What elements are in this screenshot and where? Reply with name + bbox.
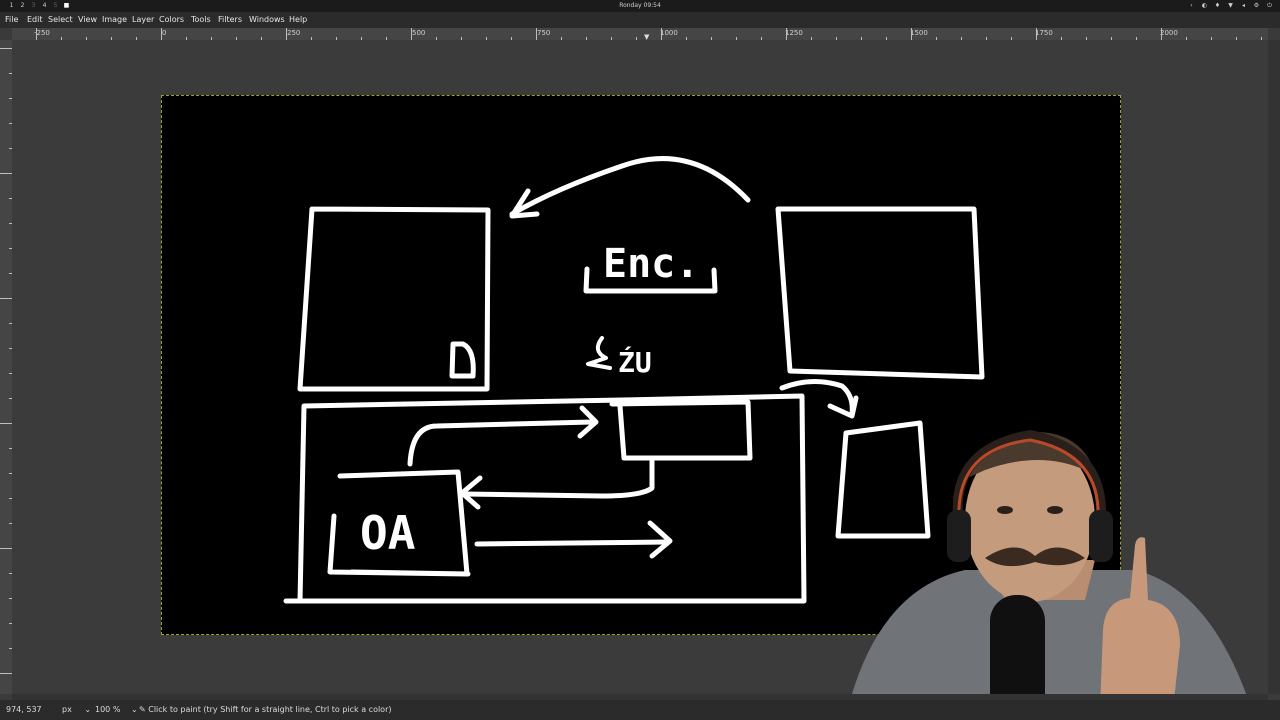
forward-arrowhead [647, 520, 673, 559]
return-arrow [461, 458, 655, 499]
menu-colors[interactable]: Colors [159, 12, 184, 28]
volume-icon[interactable]: ◂ [1237, 0, 1250, 12]
headphone-left-icon [947, 510, 971, 562]
vertical-scrollbar[interactable] [1268, 40, 1280, 694]
menu-select[interactable]: Select [48, 12, 73, 28]
clock: Ronday 09:54 [619, 2, 661, 9]
zoom-selector[interactable]: 100 % ⌄ [95, 700, 138, 720]
ruler-tick [661, 28, 662, 40]
ruler-tick [0, 548, 12, 549]
unit-selector[interactable]: px ⌄ [62, 700, 91, 720]
paintbrush-icon: ✎ [139, 705, 146, 714]
ruler-tick [0, 423, 12, 424]
right-box [775, 206, 985, 380]
zoom-value: 100 % [95, 705, 121, 714]
wifi-icon[interactable]: ▼ [1224, 0, 1237, 12]
pointer-coordinates: 974, 537 [6, 705, 42, 714]
menu-filters[interactable]: Filters [218, 12, 242, 28]
headphone-right-icon [1089, 510, 1113, 562]
ruler-tick [0, 173, 12, 174]
unit-value: px [62, 705, 72, 714]
arc-arrow [509, 156, 751, 217]
loop-arrow [407, 419, 595, 467]
ruler-tick [161, 28, 162, 40]
ruler-tick [786, 28, 787, 40]
system-tray: ‹ ◐ ♦ ▼ ◂ ⚙ ⏻ [1185, 0, 1276, 12]
menu-windows[interactable]: Windows [249, 12, 285, 28]
menu-tools[interactable]: Tools [191, 12, 211, 28]
ruler-label: 1250 [785, 29, 803, 37]
inner-rect [609, 399, 753, 461]
ruler-label: 1500 [910, 29, 928, 37]
ruler-label: 1750 [1035, 29, 1053, 37]
status-bar: 974, 537 px ⌄ 100 % ⌄ ✎ Click to paint (… [0, 700, 1280, 720]
d-glyph [449, 341, 476, 379]
forward-arrow [474, 539, 670, 547]
ruler-label: 750 [537, 29, 551, 37]
zu-glyph [586, 336, 612, 370]
ruler-tick [536, 28, 537, 40]
ruler-tick [1161, 28, 1162, 40]
ruler-tick [0, 673, 12, 674]
zu-label: ŹU [618, 345, 652, 379]
ruler-tick [286, 28, 287, 40]
settings-icon[interactable]: ⚙ [1250, 0, 1263, 12]
oa-label: OA [360, 506, 415, 560]
menu-file[interactable]: File [5, 12, 18, 28]
brightness-icon[interactable]: ◐ [1198, 0, 1211, 12]
webcam-overlay [835, 410, 1280, 720]
enc-label: Enc. [603, 241, 699, 287]
ruler-tick [411, 28, 412, 40]
microphone-icon[interactable]: ♦ [1211, 0, 1224, 12]
navigate-corner-icon[interactable] [1268, 28, 1280, 40]
ruler-label: 0 [162, 29, 167, 37]
chevron-left-icon[interactable]: ‹ [1185, 0, 1198, 12]
ruler-label: 1000 [660, 29, 678, 37]
chevron-down-icon: ⌄ [84, 705, 92, 714]
chevron-down-icon: ⌄ [130, 705, 138, 714]
left-box [297, 206, 491, 392]
presenter-image [845, 429, 1255, 720]
ruler-tick [36, 28, 37, 40]
ruler-label: 500 [412, 29, 426, 37]
ruler-tick [0, 298, 12, 299]
status-message: ✎ Click to paint (try Shift for a straig… [139, 700, 391, 720]
menu-layer[interactable]: Layer [132, 12, 154, 28]
menu-image[interactable]: Image [102, 12, 127, 28]
ruler-corner[interactable] [0, 28, 12, 40]
power-icon[interactable]: ⏻ [1263, 0, 1276, 12]
menu-help[interactable]: Help [289, 12, 307, 28]
ruler-label: 2000 [1160, 29, 1178, 37]
menu-edit[interactable]: Edit [27, 12, 43, 28]
ruler-tick [1036, 28, 1037, 40]
menu-bar: File Edit Select View Image Layer Colors… [0, 12, 1280, 28]
status-hint: Click to paint (try Shift for a straight… [148, 705, 392, 714]
system-top-bar: 1 2 3 4 5 ■ Ronday 09:54 ‹ ◐ ♦ ▼ ◂ ⚙ ⏻ [0, 0, 1280, 12]
menu-view[interactable]: View [78, 12, 97, 28]
raised-finger-hand [1100, 537, 1180, 710]
ruler-tick [911, 28, 912, 40]
ruler-tick [0, 48, 12, 49]
ruler-label: 250 [287, 29, 301, 37]
